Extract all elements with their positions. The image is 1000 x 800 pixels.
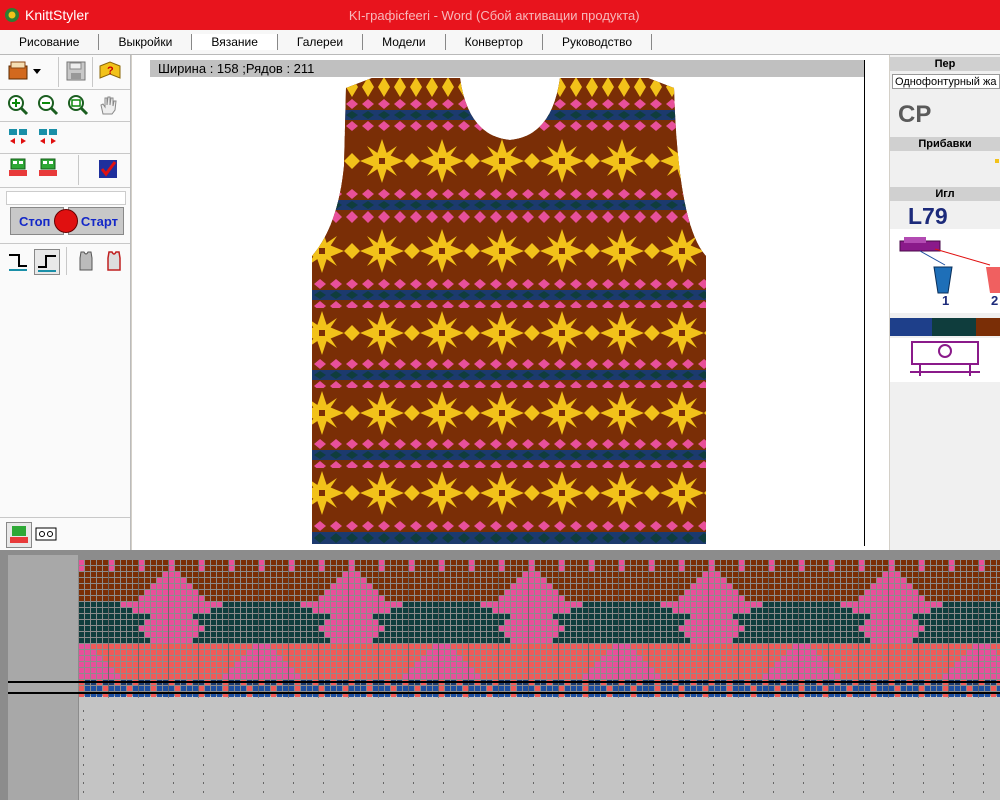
canvas-frame-right: [864, 60, 865, 546]
menu-models[interactable]: Модели: [363, 34, 446, 50]
yarn-feeder-area: 1 2: [890, 229, 1000, 313]
increase-marker: [995, 159, 999, 163]
vest-outline-icon: [107, 251, 121, 271]
knitting-machine-icon: [9, 158, 27, 176]
help-book-icon: ?: [99, 61, 121, 79]
machine-red-button[interactable]: [36, 157, 60, 181]
svg-text:?: ?: [107, 65, 114, 77]
sweater-pattern-preview[interactable]: [312, 76, 706, 544]
carriage-right-button[interactable]: [36, 125, 60, 149]
tool-panel: ? Стоп Старт: [0, 55, 131, 550]
yarn-color-brown[interactable]: [976, 318, 1000, 336]
needle-bed-ruler: [8, 555, 78, 800]
carriage-left-button[interactable]: [6, 125, 30, 149]
menu-bar: Рисование Выкройки Вязание Галереи Модели Кон…: [0, 30, 1000, 55]
menu-drawing[interactable]: Рисование: [0, 34, 100, 50]
zoom-in-button[interactable]: [6, 93, 30, 117]
zoom-in-icon: [8, 95, 29, 116]
zoom-fit-button[interactable]: [66, 93, 90, 117]
tape-view-tab[interactable]: [34, 522, 58, 546]
menu-knitting[interactable]: Вязание: [192, 34, 278, 50]
confirm-check-button[interactable]: [96, 157, 120, 181]
progress-field: [6, 191, 126, 205]
needle-position: L79: [908, 203, 948, 229]
knitting-machine-small-icon: [10, 526, 28, 543]
garment-grey-button[interactable]: [74, 249, 98, 273]
star-motif: [312, 139, 344, 183]
carriage-icon: [910, 341, 980, 376]
garment-red-button[interactable]: [102, 249, 126, 273]
step-down-icon: [9, 254, 27, 271]
needle-bed-panel: [0, 550, 1000, 800]
properties-panel: Пер Однофонтурный жа СР Прибавки Игл L79…: [890, 55, 1000, 550]
needle-shift-left-icon: [9, 129, 27, 144]
menu-manual[interactable]: Руководство: [543, 34, 653, 50]
save-button[interactable]: [64, 59, 88, 83]
size-label: СР: [898, 101, 932, 128]
row-marker-line-2: [8, 692, 79, 694]
panel-header-increases: Прибавки: [890, 137, 1000, 151]
hand-pan-icon: [100, 96, 117, 115]
knit-type-field[interactable]: Однофонтурный жа: [892, 74, 1000, 89]
menu-converter[interactable]: Конвертор: [446, 34, 543, 50]
cassette-icon: [35, 527, 57, 541]
background-window-title: KI-графiсfeeri - Word (Сбой активации пр…: [348, 7, 640, 23]
menu-patterns[interactable]: Выкройки: [99, 34, 193, 50]
needle-shift-right-icon: [39, 129, 57, 144]
open-file-button[interactable]: [6, 59, 46, 83]
knitting-machine-alt-icon: [39, 158, 57, 176]
help-button[interactable]: ?: [98, 59, 122, 83]
status-light-icon: [54, 209, 78, 233]
pan-button[interactable]: [96, 93, 120, 117]
step-up-button[interactable]: [34, 249, 60, 275]
yarn-color-strip: [890, 318, 1000, 336]
canvas-info-bar: Ширина : 158 ;Рядов : 211: [150, 60, 864, 77]
app-title: KnittStyler: [25, 7, 89, 23]
spool-2-label: 2: [991, 293, 999, 308]
yarn-color-teal[interactable]: [932, 318, 976, 336]
step-up-icon: [38, 255, 56, 272]
step-down-button[interactable]: [6, 249, 30, 273]
zoom-fit-icon: [68, 95, 89, 116]
machine-view-tab[interactable]: [6, 522, 32, 548]
save-disk-icon: [66, 61, 86, 81]
zoom-out-button[interactable]: [36, 93, 60, 117]
spool-1-label: 1: [942, 293, 950, 308]
open-folder-icon: [8, 61, 41, 80]
stitch-chart[interactable]: [79, 560, 1000, 800]
yarn-color-navy[interactable]: [890, 318, 932, 336]
panel-header-type: Пер: [890, 57, 1000, 71]
zoom-out-icon: [38, 95, 59, 116]
carriage-display: [890, 338, 1000, 382]
vest-icon: [79, 251, 93, 271]
stop-start-control: Стоп Старт: [10, 207, 124, 237]
app-logo-icon: [5, 8, 19, 22]
panel-header-needles: Игл: [890, 187, 1000, 201]
title-bar: KnittStyler KI-графiсfeeri - Word (Сбой …: [0, 0, 1000, 30]
checkmark-icon: [99, 160, 117, 178]
row-marker-line: [8, 681, 79, 683]
machine-green-button[interactable]: [6, 157, 30, 181]
menu-galleries[interactable]: Галереи: [278, 34, 364, 50]
